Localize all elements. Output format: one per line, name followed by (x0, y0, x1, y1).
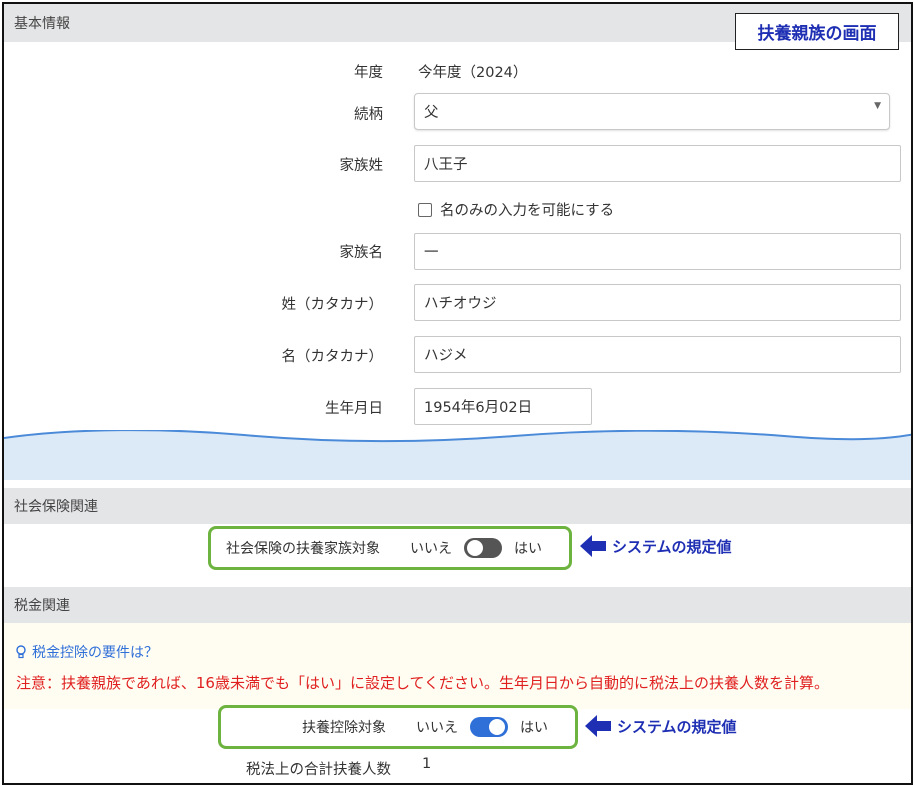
section-title-tax: 税金関連 (14, 598, 70, 614)
total-dependents-value: 1 (422, 756, 432, 772)
social-dependent-label: 社会保険の扶養家族対象 (226, 541, 380, 557)
relation-label: 続柄 (354, 107, 383, 123)
total-dependents-label: 税法上の合計扶養人数 (246, 762, 391, 778)
section-title-basic-info: 基本情報 (14, 16, 70, 32)
year-value: 今年度（2024） (418, 65, 528, 81)
social-dependent-switch[interactable] (464, 538, 502, 558)
last-name-kana-input[interactable]: ハチオウジ (414, 284, 901, 321)
family-first-name-label: 家族名 (339, 245, 384, 261)
tax-no-label: いいえ (416, 720, 458, 736)
social-dependent-toggle-row: 社会保険の扶養家族対象 いいえ はい (226, 538, 542, 558)
left-arrow-icon (580, 535, 606, 557)
year-label: 年度 (354, 65, 383, 81)
left-arrow-icon (585, 715, 611, 737)
tax-requirements-link[interactable]: 税金控除の要件は？ (16, 642, 158, 662)
last-name-kana-value: ハチオウジ (424, 296, 497, 312)
section-header-social-insurance: 社会保険関連 (4, 488, 911, 524)
family-last-name-input[interactable]: 八王子 (414, 145, 901, 182)
section-title-social-insurance: 社会保険関連 (14, 499, 98, 515)
family-first-name-value: 一 (424, 245, 439, 261)
dependent-family-screen: 基本情報 扶養親族の画面 年度 今年度（2024） 続柄 父 ▼ 家族姓 八王子… (2, 2, 913, 785)
tax-deduction-toggle-row: 扶養控除対象 いいえ はい (302, 717, 548, 737)
section-header-tax: 税金関連 (4, 587, 911, 623)
social-yes-label: はい (514, 541, 542, 557)
social-no-label: いいえ (410, 541, 452, 557)
birthdate-value: 1954年6月02日 (424, 400, 533, 416)
family-first-name-input[interactable]: 一 (414, 233, 901, 270)
tax-help-area (4, 623, 911, 709)
annotation-screen-title: 扶養親族の画面 (735, 13, 899, 50)
first-name-kana-label: 名（カタカナ） (281, 349, 384, 365)
birthdate-input[interactable]: 1954年6月02日 (414, 388, 592, 425)
tax-deduction-label: 扶養控除対象 (302, 720, 386, 736)
dropdown-arrow-icon: ▼ (874, 101, 881, 111)
name-only-checkbox[interactable] (418, 202, 432, 217)
first-name-kana-input[interactable]: ハジメ (414, 336, 901, 373)
name-only-option[interactable]: 名のみの入力を可能にする (418, 199, 614, 220)
last-name-kana-label: 姓（カタカナ） (281, 297, 384, 313)
first-name-kana-value: ハジメ (424, 348, 468, 364)
lightbulb-icon (16, 645, 26, 659)
name-only-checkbox-label: 名のみの入力を可能にする (440, 203, 615, 219)
family-last-name-label: 家族姓 (339, 158, 384, 174)
section-break-wave (4, 430, 911, 480)
family-last-name-value: 八王子 (424, 157, 468, 173)
relation-select[interactable]: 父 ▼ (414, 93, 890, 130)
annotation-default-tax: システムの規定値 (585, 715, 737, 737)
tax-notice-text: 注意：扶養親族であれば、16歳未満でも「はい」に設定してください。生年月日から自… (16, 674, 830, 692)
annotation-default-social: システムの規定値 (580, 535, 732, 557)
birthdate-label: 生年月日 (325, 401, 383, 417)
tax-yes-label: はい (520, 720, 548, 736)
tax-deduction-switch[interactable] (470, 717, 508, 737)
relation-selected-value: 父 (424, 105, 439, 121)
